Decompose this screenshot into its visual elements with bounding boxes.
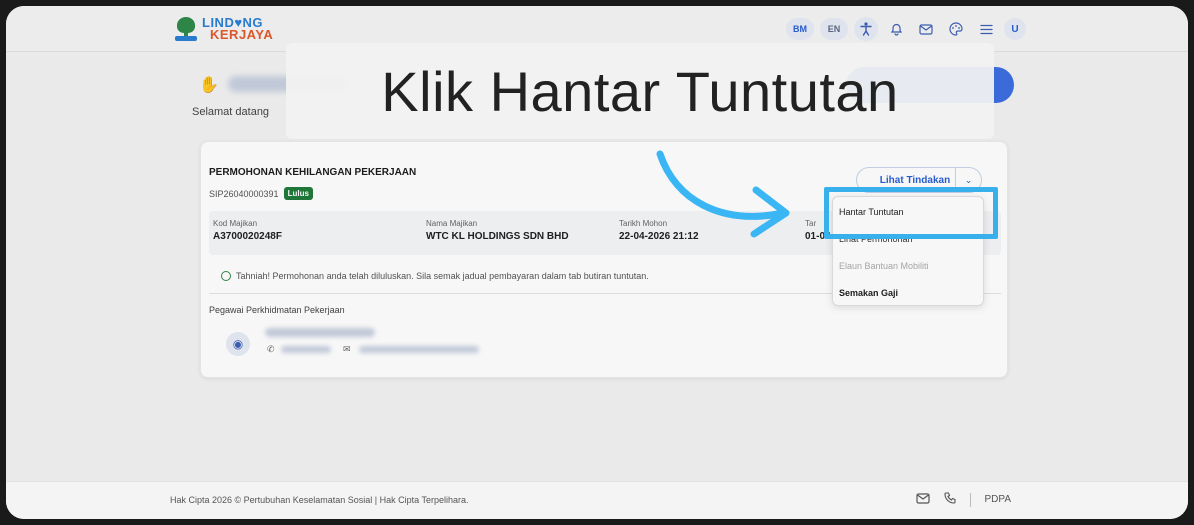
footer-copyright: Hak Cipta 2026 © Pertubuhan Keselamatan … [170,495,469,505]
divider [969,492,971,507]
mail-icon[interactable] [915,492,930,507]
page-footer: Hak Cipta 2026 © Pertubuhan Keselamatan … [6,481,1188,519]
app-screen: LIND♥NG KERJAYA BM EN U ✋ Selamat datang… [6,6,1188,519]
pdpa-link[interactable]: PDPA [985,494,1012,505]
screenshot-frame: LIND♥NG KERJAYA BM EN U ✋ Selamat datang… [0,0,1194,525]
instruction-banner: Klik Hantar Tuntutan [286,43,994,139]
phone-icon[interactable] [943,492,956,507]
arrow-icon [656,150,790,238]
footer-links: PDPA [915,492,1012,507]
